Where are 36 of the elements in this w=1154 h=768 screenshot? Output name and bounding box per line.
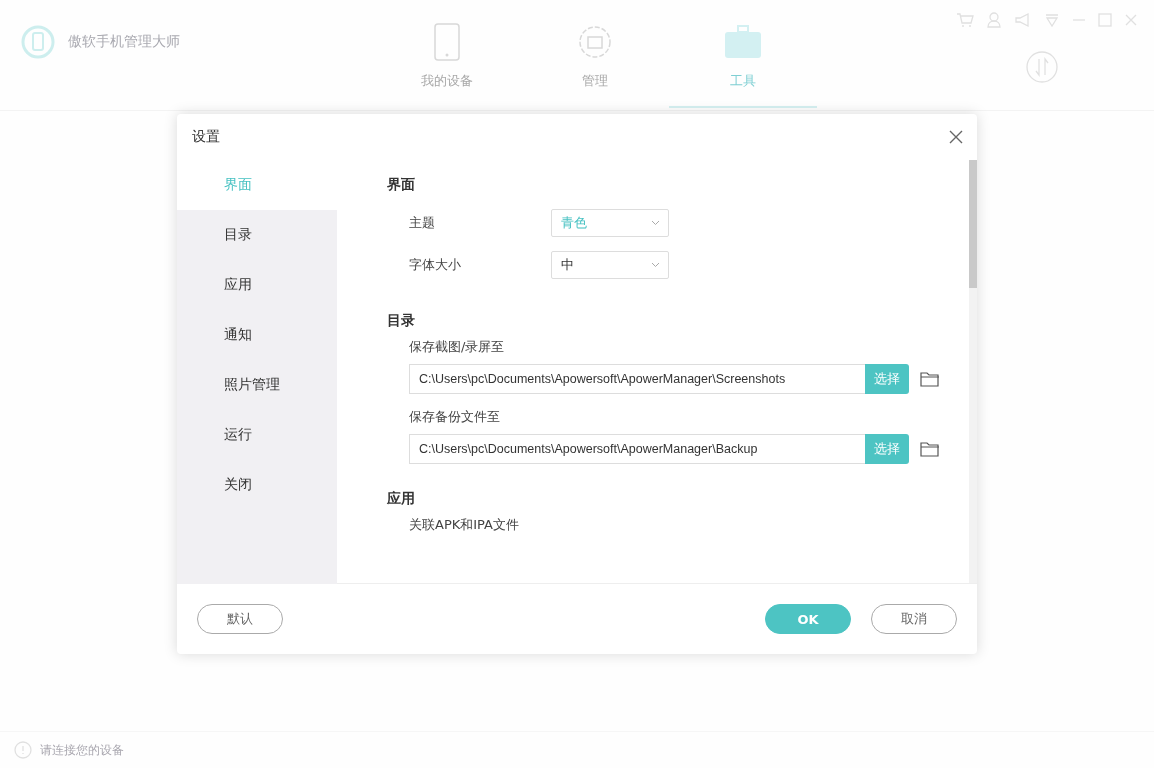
field-label: 主题 bbox=[409, 214, 436, 232]
path-field[interactable]: C:\Users\pc\Documents\Apowersoft\ApowerManager\Screenshots bbox=[409, 364, 865, 394]
transfer-icon[interactable] bbox=[1025, 50, 1059, 84]
megaphone-icon[interactable] bbox=[1014, 12, 1032, 28]
field-label: 字体大小 bbox=[409, 256, 462, 274]
scrollbar[interactable] bbox=[969, 160, 977, 583]
user-icon[interactable] bbox=[986, 12, 1002, 28]
sidebar-item[interactable]: 通知 bbox=[177, 310, 337, 360]
dialog-button[interactable]: 取消 bbox=[871, 604, 957, 634]
dialog-button[interactable]: 默认 bbox=[197, 604, 283, 634]
section-title: 界面 bbox=[387, 176, 416, 194]
path-field[interactable]: C:\Users\pc\Documents\Apowersoft\ApowerManager\Backup bbox=[409, 434, 865, 464]
sidebar-item[interactable]: 运行 bbox=[177, 410, 337, 460]
field-label: 保存截图/录屏至 bbox=[409, 338, 506, 356]
sidebar-item[interactable]: 关闭 bbox=[177, 460, 337, 510]
section-title: 应用 bbox=[387, 490, 416, 508]
dropdown-icon[interactable] bbox=[1044, 12, 1060, 28]
dropdown[interactable]: 中 bbox=[551, 251, 669, 279]
sidebar-item[interactable]: 目录 bbox=[177, 210, 337, 260]
cart-icon[interactable] bbox=[956, 12, 974, 28]
caret-icon bbox=[651, 262, 660, 268]
sidebar-item[interactable]: 照片管理 bbox=[177, 360, 337, 410]
app-title: 傲软手机管理大师 bbox=[68, 33, 180, 51]
option-label: 关联APK和IPA文件 bbox=[409, 516, 520, 534]
info-icon bbox=[14, 741, 32, 759]
folder-icon[interactable] bbox=[920, 371, 940, 387]
folder-icon[interactable] bbox=[920, 441, 940, 457]
sidebar-item[interactable]: 应用 bbox=[177, 260, 337, 310]
dialog-title: 设置 bbox=[192, 128, 220, 146]
scrollbar-thumb[interactable] bbox=[969, 160, 977, 288]
status-text: 请连接您的设备 bbox=[40, 741, 124, 759]
field-label: 保存备份文件至 bbox=[409, 408, 501, 426]
caret-icon bbox=[651, 220, 660, 226]
close-icon[interactable] bbox=[949, 130, 963, 144]
section-title: 目录 bbox=[387, 312, 416, 330]
maximize-icon[interactable] bbox=[1098, 12, 1112, 28]
